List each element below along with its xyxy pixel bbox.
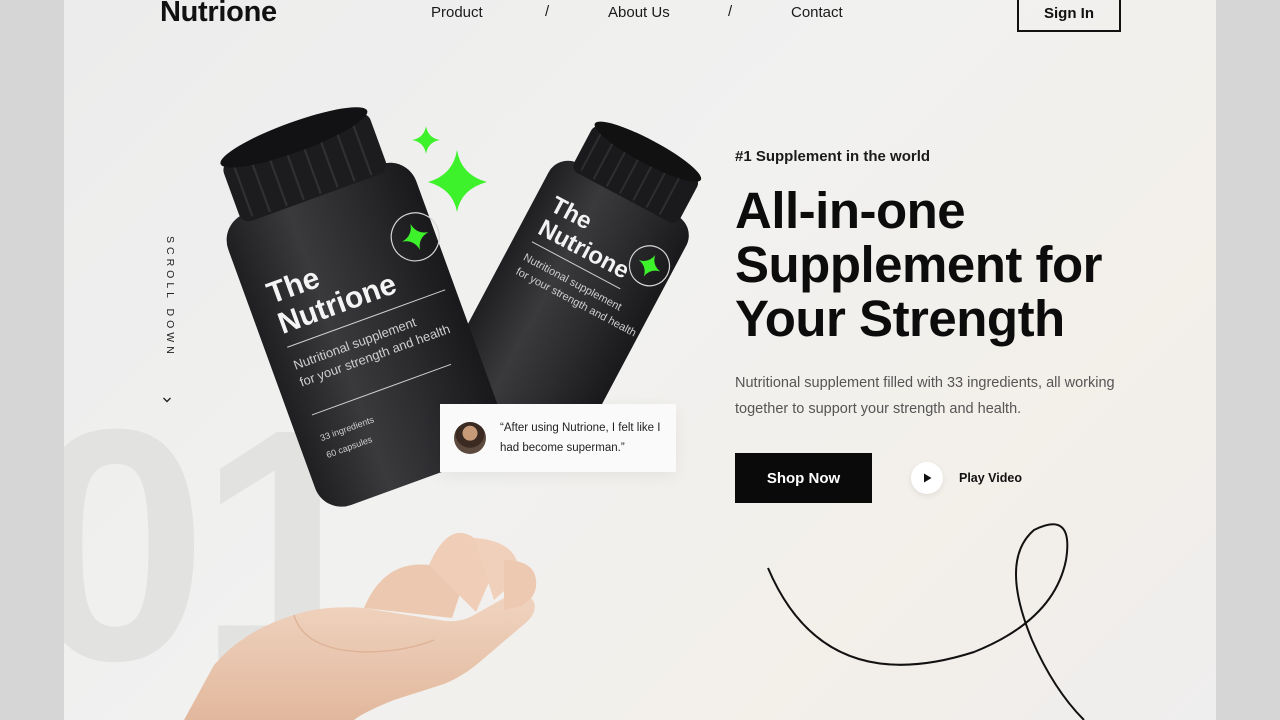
decorative-curve (767, 523, 1085, 720)
hero-headline: All-in-one Supplement for Your Strength (735, 184, 1165, 346)
headline-line: Your Strength (735, 290, 1065, 347)
landing-page: 01 Nutrione Product / About Us / Contact… (64, 0, 1216, 720)
sparkle-icon (428, 150, 487, 212)
tagline: #1 Supplement in the world (735, 148, 931, 165)
hero-description: Nutritional supplement filled with 33 in… (735, 375, 1115, 417)
shop-now-button[interactable]: Shop Now (735, 453, 872, 503)
hero-illustration: The Nutrione Nutritional supplement for … (184, 107, 1085, 720)
avatar (454, 422, 486, 454)
headline-line: Supplement for (735, 236, 1103, 293)
play-video-label[interactable]: Play Video (959, 471, 1022, 485)
testimonial-quote: “After using Nutrione, I felt like I had… (500, 422, 661, 454)
hand-illustration (184, 532, 537, 720)
headline-line: All-in-one (735, 182, 966, 239)
play-video-button[interactable]: Play Video (911, 462, 1022, 494)
sparkle-icon (412, 126, 440, 154)
testimonial-card: “After using Nutrione, I felt like I had… (440, 404, 676, 472)
play-icon[interactable] (911, 462, 943, 494)
